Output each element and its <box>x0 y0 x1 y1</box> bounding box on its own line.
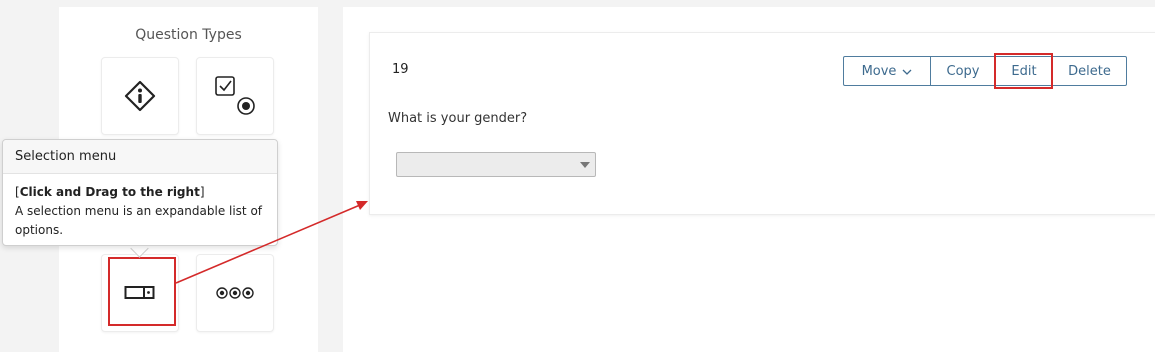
tooltip-instruction: [Click and Drag to the right] <box>15 185 205 199</box>
question-type-multiple-choice[interactable] <box>196 57 274 135</box>
question-toolbar: Move Copy Edit Delete <box>843 56 1127 86</box>
tooltip-description: A selection menu is an expandable list o… <box>15 204 263 237</box>
question-type-radio-row[interactable] <box>196 254 274 332</box>
selection-menu-tooltip: Selection menu [Click and Drag to the ri… <box>2 139 278 246</box>
checkbox-radio-icon <box>211 74 259 118</box>
delete-button[interactable]: Delete <box>1052 57 1126 85</box>
question-number: 19 <box>392 62 409 77</box>
dropdown-arrow-icon <box>580 162 590 168</box>
panel-title: Question Types <box>135 27 242 43</box>
question-text: What is your gender? <box>388 111 528 126</box>
radio-row-icon <box>215 286 255 300</box>
selection-menu-icon <box>124 285 156 301</box>
chevron-down-icon <box>902 64 912 79</box>
move-button[interactable]: Move <box>844 57 930 85</box>
question-type-description[interactable] <box>101 57 179 135</box>
copy-button[interactable]: Copy <box>930 57 995 85</box>
gender-select[interactable] <box>396 152 596 177</box>
edit-button[interactable]: Edit <box>995 57 1052 85</box>
info-diamond-icon <box>123 79 157 113</box>
tooltip-body: [Click and Drag to the right] A selectio… <box>3 174 277 240</box>
question-type-selection-menu[interactable] <box>101 254 179 332</box>
tooltip-title: Selection menu <box>3 140 277 174</box>
